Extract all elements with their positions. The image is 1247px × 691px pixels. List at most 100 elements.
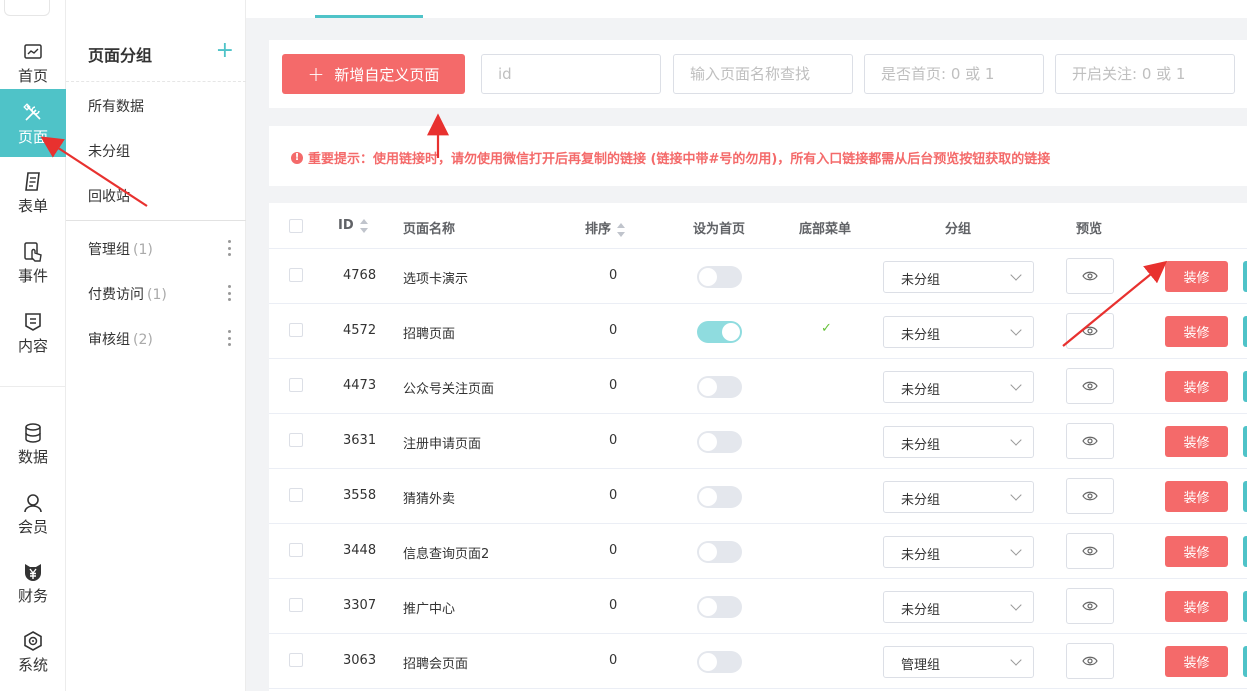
eye-icon [1082, 545, 1098, 557]
group-select-value: 未分组 [901, 273, 941, 288]
eye-icon [1082, 270, 1098, 282]
decorate-button[interactable]: 装修 [1165, 316, 1228, 347]
action-button[interactable] [1243, 481, 1247, 512]
preview-button[interactable] [1066, 423, 1114, 459]
group-select[interactable]: 未分组 [883, 591, 1034, 623]
filter-toolbar: + 新增自定义页面 [269, 40, 1247, 108]
group-select[interactable]: 未分组 [883, 371, 1034, 403]
chevron-down-icon [1010, 269, 1022, 281]
set-home-toggle[interactable] [697, 486, 742, 508]
set-home-toggle[interactable] [697, 266, 742, 288]
sort-icon[interactable] [617, 222, 626, 237]
decorate-button[interactable]: 装修 [1165, 261, 1228, 292]
row-page-name: 猜猜外卖 [403, 492, 456, 507]
add-custom-page-button[interactable]: + 新增自定义页面 [282, 54, 465, 94]
row-checkbox[interactable] [289, 323, 303, 337]
logo-stub [4, 0, 50, 16]
group-more-icon[interactable] [227, 240, 231, 256]
user-icon [22, 492, 44, 514]
set-home-toggle[interactable] [697, 541, 742, 563]
group-select[interactable]: 管理组 [883, 646, 1034, 678]
select-all-checkbox[interactable] [289, 219, 303, 233]
row-checkbox[interactable] [289, 378, 303, 392]
preview-button[interactable] [1066, 588, 1114, 624]
nav-item-data[interactable]: 数据 [0, 409, 66, 477]
follow-filter-input[interactable] [1055, 54, 1235, 94]
database-icon [22, 422, 44, 444]
row-checkbox[interactable] [289, 433, 303, 447]
preview-button[interactable] [1066, 313, 1114, 349]
action-button[interactable] [1243, 316, 1247, 347]
nav-item-home[interactable]: 首页 [0, 28, 66, 96]
group-select[interactable]: 未分组 [883, 316, 1034, 348]
group-select[interactable]: 未分组 [883, 261, 1034, 293]
row-id: 3448 [343, 543, 377, 558]
row-checkbox[interactable] [289, 653, 303, 667]
decorate-button[interactable]: 装修 [1165, 646, 1228, 677]
group-name: 付费访问 [88, 287, 144, 303]
important-notice: ! 重要提示：使用链接时，请勿使用微信打开后再复制的链接 (链接中带#号的勿用)… [269, 126, 1247, 186]
nav-item-label: 内容 [17, 336, 48, 355]
row-id: 4572 [343, 323, 377, 338]
set-home-toggle[interactable] [697, 431, 742, 453]
action-button[interactable] [1243, 371, 1247, 402]
decorate-button[interactable]: 装修 [1165, 371, 1228, 402]
nav-item-system[interactable]: 系统 [0, 617, 66, 685]
set-home-toggle[interactable] [697, 651, 742, 673]
page-name-search-input[interactable] [673, 54, 853, 94]
row-checkbox[interactable] [289, 598, 303, 612]
preview-button[interactable] [1066, 368, 1114, 404]
header-name: 页面名称 [403, 222, 456, 237]
eye-icon [1082, 655, 1098, 667]
nav-item-finance[interactable]: 财务 [0, 548, 66, 616]
group-item-custom[interactable]: 付费访问 (1) [88, 284, 167, 304]
group-select[interactable]: 未分组 [883, 426, 1034, 458]
set-home-toggle[interactable] [697, 321, 742, 343]
decorate-button[interactable]: 装修 [1165, 536, 1228, 567]
preview-button[interactable] [1066, 258, 1114, 294]
action-button[interactable] [1243, 261, 1247, 292]
group-item-ungrouped[interactable]: 未分组 [88, 141, 130, 161]
nav-item-members[interactable]: 会员 [0, 479, 66, 547]
row-checkbox[interactable] [289, 488, 303, 502]
sort-icon[interactable] [359, 218, 368, 233]
group-more-icon[interactable] [227, 285, 231, 301]
set-home-toggle[interactable] [697, 376, 742, 398]
nav-item-forms[interactable]: 表单 [0, 158, 66, 226]
action-button[interactable] [1243, 646, 1247, 677]
nav-item-pages[interactable]: 页面 [0, 89, 66, 157]
header-id[interactable]: ID [338, 218, 368, 233]
add-group-icon[interactable]: + [216, 40, 234, 62]
decorate-button[interactable]: 装修 [1165, 426, 1228, 457]
main-nav-rail: 首页 页面 表单 事件 内容 数据 会员 财务 系统 [0, 0, 66, 691]
is-home-filter-input[interactable] [864, 54, 1044, 94]
table-row: 4572 招聘页面 0 ✓ 未分组 装修 [269, 304, 1247, 359]
preview-button[interactable] [1066, 643, 1114, 679]
group-item-custom[interactable]: 审核组 (2) [88, 329, 153, 349]
header-sort[interactable]: 排序 [585, 218, 626, 237]
group-item-recycle-bin[interactable]: 回收站 [88, 186, 130, 206]
set-home-toggle[interactable] [697, 596, 742, 618]
group-select[interactable]: 未分组 [883, 536, 1034, 568]
action-button[interactable] [1243, 426, 1247, 457]
yuan-shield-icon [22, 561, 44, 583]
nav-item-content[interactable]: 内容 [0, 298, 66, 366]
decorate-button[interactable]: 装修 [1165, 591, 1228, 622]
row-checkbox[interactable] [289, 268, 303, 282]
group-item-all[interactable]: 所有数据 [88, 96, 144, 116]
chevron-down-icon [1010, 599, 1022, 611]
action-button[interactable] [1243, 591, 1247, 622]
id-search-input[interactable] [481, 54, 661, 94]
group-item-custom[interactable]: 管理组 (1) [88, 239, 153, 259]
preview-button[interactable] [1066, 533, 1114, 569]
group-select-value: 未分组 [901, 328, 941, 343]
eye-icon [1082, 380, 1098, 392]
action-button[interactable] [1243, 536, 1247, 567]
group-more-icon[interactable] [227, 330, 231, 346]
group-select[interactable]: 未分组 [883, 481, 1034, 513]
nav-item-events[interactable]: 事件 [0, 228, 66, 296]
row-checkbox[interactable] [289, 543, 303, 557]
decorate-button[interactable]: 装修 [1165, 481, 1228, 512]
preview-button[interactable] [1066, 478, 1114, 514]
row-sort-value: 0 [609, 488, 618, 503]
